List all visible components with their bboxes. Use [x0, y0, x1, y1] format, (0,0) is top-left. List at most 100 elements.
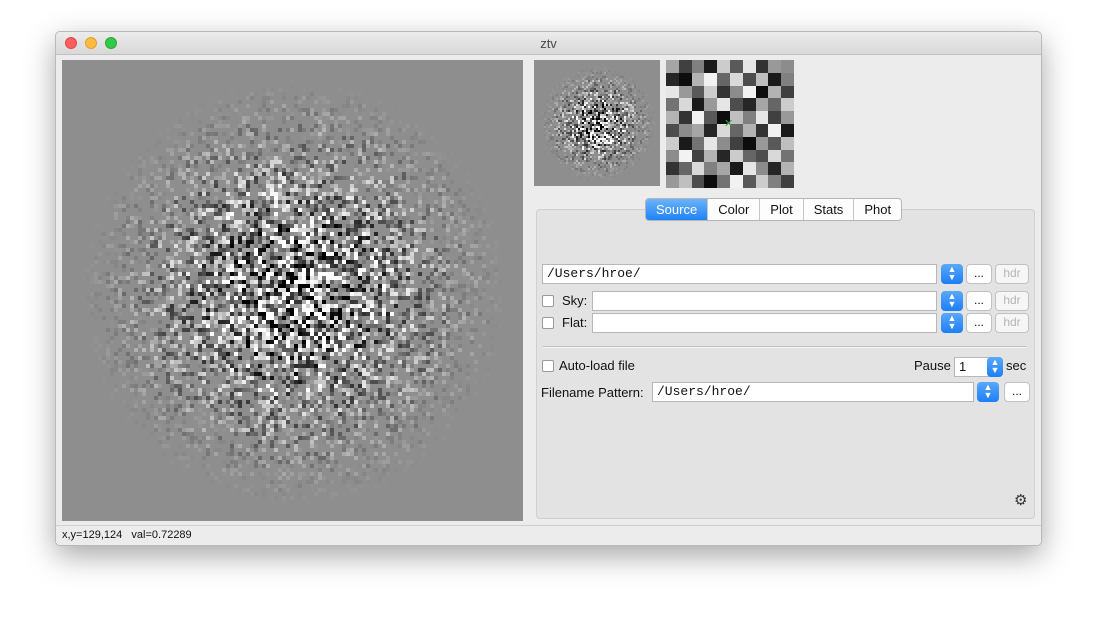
- sky-browse-button[interactable]: ...: [966, 291, 992, 311]
- zoom-pixel: [717, 149, 730, 163]
- flat-browse-button[interactable]: ...: [966, 313, 992, 333]
- zoom-pixel: [742, 149, 756, 163]
- zoom-pixel: [678, 72, 692, 86]
- zoom-pixel: [666, 123, 679, 137]
- zoom-pixel: [768, 85, 782, 99]
- tab-stats[interactable]: Stats: [803, 199, 855, 220]
- sky-checkbox[interactable]: [542, 295, 554, 307]
- source-path-history-stepper[interactable]: ▲ ▼: [941, 264, 963, 284]
- zoom-pixel: [704, 111, 718, 124]
- zoom-pixel: [691, 162, 705, 176]
- zoom-pixel: [768, 111, 782, 124]
- tab-plot[interactable]: Plot: [760, 199, 804, 220]
- zoom-pixel: [678, 162, 692, 176]
- zoom-pixel: [781, 60, 794, 73]
- zoom-pixel: [691, 149, 705, 163]
- filename-pattern-field[interactable]: /Users/hroe/: [652, 382, 974, 402]
- tab-source[interactable]: Source: [646, 199, 709, 220]
- zoom-pixel: [781, 149, 794, 163]
- zoom-pixel: [717, 98, 730, 112]
- sky-label: Sky:: [562, 293, 588, 308]
- gear-icon[interactable]: ⚙: [1014, 493, 1027, 509]
- zoom-pixel: [742, 85, 756, 99]
- zoom-pixel: [717, 85, 730, 99]
- zoom-pixel: [729, 149, 743, 163]
- zoom-pixel: [666, 85, 679, 99]
- flat-history-stepper[interactable]: ▲ ▼: [941, 313, 963, 333]
- zoom-pixel: [729, 162, 743, 176]
- zoom-pixel: [729, 136, 743, 150]
- main-image-view[interactable]: [62, 60, 523, 521]
- zoom-pixel: [755, 85, 769, 99]
- main-image-canvas[interactable]: [62, 60, 523, 521]
- zoom-view[interactable]: ✕: [666, 60, 794, 188]
- zoom-pixel: [768, 98, 782, 112]
- filename-pattern-history-stepper[interactable]: ▲ ▼: [977, 382, 999, 402]
- zoom-pixel: [755, 98, 769, 112]
- zoom-pixel: [781, 85, 794, 99]
- zoom-pixel: [704, 123, 718, 137]
- zoom-pixel: [729, 60, 743, 73]
- zoom-pixel: [666, 149, 679, 163]
- zoom-pixel: [781, 136, 794, 150]
- pause-label: Pause: [914, 358, 951, 373]
- sky-hdr-button[interactable]: hdr: [995, 291, 1029, 311]
- zoom-pixel: [691, 72, 705, 86]
- zoom-pixel: [704, 175, 718, 188]
- autoload-checkbox[interactable]: [542, 360, 554, 372]
- source-hdr-button[interactable]: hdr: [995, 264, 1029, 284]
- zoom-pixel: [704, 72, 718, 86]
- source-browse-button[interactable]: ...: [966, 264, 992, 284]
- status-readout: x,y=129,124 val=0.72289: [62, 529, 192, 541]
- overview-thumbnail[interactable]: [534, 60, 660, 186]
- zoom-pixel: [729, 98, 743, 112]
- zoom-pixel: [666, 60, 679, 73]
- overview-canvas[interactable]: [534, 60, 660, 186]
- tab-phot[interactable]: Phot: [854, 199, 902, 220]
- source-path-field[interactable]: /Users/hroe/: [542, 264, 937, 284]
- pause-stepper[interactable]: ▲ ▼: [987, 357, 1003, 377]
- zoom-pixel: [755, 72, 769, 86]
- filename-pattern-label: Filename Pattern:: [541, 385, 644, 400]
- window-title: ztv: [540, 36, 557, 51]
- sky-path-field[interactable]: [592, 291, 937, 311]
- zoom-pixel: [691, 60, 705, 73]
- zoom-pixel: [729, 175, 743, 188]
- zoom-pixel: [742, 60, 756, 73]
- flat-checkbox[interactable]: [542, 317, 554, 329]
- zoom-pixel: [768, 149, 782, 163]
- zoom-pixel: [678, 98, 692, 112]
- zoom-pixel: [691, 136, 705, 150]
- pixel-value: val=0.72289: [131, 529, 192, 541]
- zoom-pixel: [742, 111, 756, 124]
- zoom-pixel: [678, 123, 692, 137]
- title-bar[interactable]: ztv: [56, 32, 1041, 55]
- zoom-pixel: [755, 111, 769, 124]
- zoom-pixel: [666, 175, 679, 188]
- sky-history-stepper[interactable]: ▲ ▼: [941, 291, 963, 311]
- zoom-pixel: [704, 98, 718, 112]
- zoom-pixel: [729, 85, 743, 99]
- zoom-pixel: [666, 98, 679, 112]
- pause-seconds-field[interactable]: 1: [954, 357, 990, 377]
- zoom-pixel: [742, 123, 756, 137]
- tab-color[interactable]: Color: [708, 199, 761, 220]
- zoom-pixel: [768, 162, 782, 176]
- flat-hdr-button[interactable]: hdr: [995, 313, 1029, 333]
- zoom-pixel: [781, 72, 794, 86]
- zoom-pixel: [678, 60, 692, 73]
- crosshair-icon: ✕: [724, 118, 734, 130]
- zoom-pixel: [755, 60, 769, 73]
- zoom-pixel: [704, 85, 718, 99]
- pause-unit-label: sec: [1006, 358, 1027, 373]
- zoom-pixel: [717, 162, 730, 176]
- section-divider: [543, 346, 1026, 348]
- zoom-pixel: [691, 98, 705, 112]
- zoom-pixel: [768, 175, 782, 188]
- filename-pattern-browse-button[interactable]: ...: [1004, 382, 1030, 402]
- flat-path-field[interactable]: [592, 313, 937, 333]
- zoom-pixel: [742, 136, 756, 150]
- zoom-pixel: [781, 123, 794, 137]
- cursor-coords: x,y=129,124: [62, 529, 123, 541]
- zoom-pixel: [742, 98, 756, 112]
